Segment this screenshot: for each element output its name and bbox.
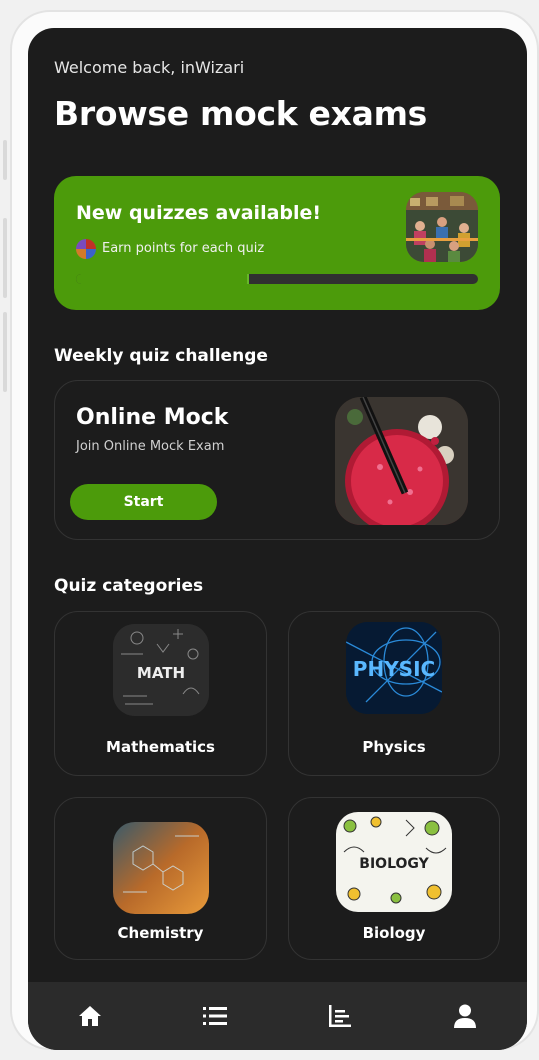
mock-subtitle: Join Online Mock Exam: [76, 439, 225, 454]
profile-icon: [453, 1004, 476, 1028]
quiz-progress-fill: [76, 274, 249, 284]
svg-text:BIOLOGY: BIOLOGY: [359, 856, 429, 872]
math-icon: MATH: [112, 624, 209, 716]
page-title: Browse mock exams: [54, 94, 428, 133]
online-mock-card[interactable]: Online Mock Join Online Mock Exam Start: [54, 380, 500, 540]
categories-heading: Quiz categories: [54, 576, 204, 596]
banner-title: New quizzes available!: [76, 202, 322, 224]
new-quizzes-banner[interactable]: New quizzes available! Earn points for e…: [54, 176, 500, 310]
nav-home[interactable]: [60, 986, 120, 1046]
bottom-nav: [28, 982, 527, 1050]
phone-side-button: [3, 312, 7, 392]
category-label: Physics: [362, 738, 426, 756]
physics-icon: PHYSIC: [346, 622, 442, 714]
category-card-biology[interactable]: BIOLOGY Biology: [288, 797, 500, 960]
list-icon: [203, 1007, 228, 1025]
app-screen: Welcome back, inWizari Browse mock exams…: [28, 28, 527, 1050]
leaderboard-icon: [328, 1005, 351, 1027]
phone-side-button: [3, 140, 7, 180]
nav-profile[interactable]: [435, 986, 495, 1046]
weekly-heading: Weekly quiz challenge: [54, 346, 268, 366]
points-badge-icon: [76, 239, 96, 259]
quiz-progress-bar: [76, 274, 478, 284]
biology-icon: BIOLOGY: [336, 812, 452, 912]
home-icon: [79, 1006, 102, 1026]
svg-text:MATH: MATH: [136, 664, 184, 682]
svg-text:PHYSIC: PHYSIC: [353, 657, 435, 681]
category-label: Mathematics: [106, 738, 215, 756]
mock-title: Online Mock: [76, 405, 229, 430]
category-label: Chemistry: [117, 924, 204, 942]
category-card-mathematics[interactable]: MATH Mathematics: [54, 611, 267, 776]
banner-subtitle: Earn points for each quiz: [102, 241, 265, 256]
nav-list[interactable]: [185, 986, 245, 1046]
welcome-text: Welcome back, inWizari: [54, 58, 245, 77]
start-button[interactable]: Start: [70, 484, 217, 520]
chemistry-icon: [112, 822, 209, 914]
category-card-physics[interactable]: PHYSIC Physics: [288, 611, 500, 776]
phone-side-button: [3, 218, 7, 298]
classroom-photo: [406, 192, 478, 262]
drink-photo: [335, 397, 468, 525]
category-card-chemistry[interactable]: Chemistry: [54, 797, 267, 960]
category-label: Biology: [362, 924, 426, 942]
nav-leaderboard[interactable]: [310, 986, 370, 1046]
